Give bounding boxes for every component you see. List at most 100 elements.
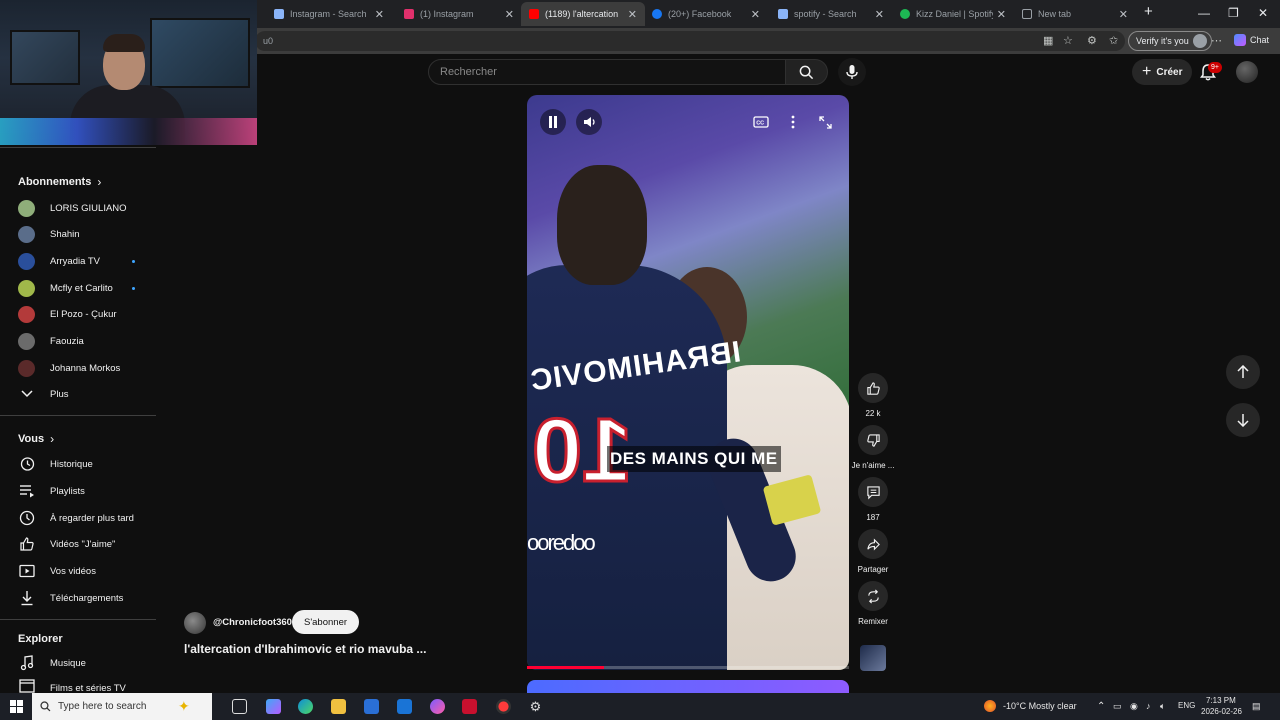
sidebar-item-watch-later[interactable]: À regarder plus tard xyxy=(18,506,156,530)
new-tab-button[interactable]: + xyxy=(1144,3,1153,20)
sidebar-item-music[interactable]: Musique xyxy=(18,651,156,675)
weather-icon[interactable] xyxy=(984,700,996,712)
comments-button[interactable] xyxy=(858,477,888,507)
microphone-icon[interactable]: ♪ xyxy=(1146,701,1151,711)
sidebar-channel-johanna-morkos[interactable]: Johanna Morkos xyxy=(18,356,156,380)
search-button[interactable] xyxy=(785,59,828,85)
video-title[interactable]: l'altercation d'Ibrahimovic et rio mavub… xyxy=(184,642,426,656)
sidebar-channel-arryadia-tv[interactable]: Arryadia TV xyxy=(18,249,156,273)
sidebar-item-playlists[interactable]: Playlists xyxy=(18,479,156,503)
shorts-video-player[interactable]: IBRAHIMOVIC 10 ooredoo xyxy=(527,95,849,670)
subscriptions-heading[interactable]: Abonnements › xyxy=(18,175,101,189)
next-short-button[interactable] xyxy=(1226,403,1260,437)
tab-facebook[interactable]: (20+) Facebook ✕ xyxy=(644,2,768,26)
tab-instagram-search[interactable]: Instagram - Search ✕ xyxy=(266,2,392,26)
sidebar-channel-mcfly-et-carlito[interactable]: Mcfly et Carlito xyxy=(18,276,156,300)
minimize-button[interactable]: — xyxy=(1198,6,1210,20)
apps-icon[interactable]: ▦ xyxy=(1043,34,1053,47)
you-heading[interactable]: Vous › xyxy=(18,432,54,446)
recorder-icon[interactable] xyxy=(496,699,511,714)
tab-youtube-active[interactable]: (1189) l'altercation ✕ xyxy=(521,2,645,26)
svg-text:CC: CC xyxy=(756,121,764,127)
tab-spotify[interactable]: Kizz Daniel | Spotify ✕ xyxy=(892,2,1014,26)
more-options-button[interactable] xyxy=(780,109,806,135)
account-avatar[interactable] xyxy=(1236,61,1258,83)
network-icon[interactable]: ▭ xyxy=(1113,701,1122,712)
pause-button[interactable] xyxy=(540,109,566,135)
restore-button[interactable]: ❐ xyxy=(1228,6,1239,20)
captions-button[interactable]: CC xyxy=(748,109,774,135)
clock-date[interactable]: 2026-02-26 xyxy=(1201,707,1242,716)
notifications-center-icon[interactable]: ▤ xyxy=(1252,701,1261,712)
news-app-icon[interactable] xyxy=(462,699,477,714)
close-icon[interactable]: ✕ xyxy=(751,8,760,21)
favorites-icon[interactable]: ✩ xyxy=(1109,34,1118,47)
volume-button[interactable] xyxy=(576,109,602,135)
close-icon[interactable]: ✕ xyxy=(997,8,1006,21)
channel-handle[interactable]: @Chronicfoot360 xyxy=(213,617,292,628)
voice-search-button[interactable] xyxy=(838,58,866,86)
close-icon[interactable]: ✕ xyxy=(1119,8,1128,21)
tab-new-tab[interactable]: New tab ✕ xyxy=(1014,2,1136,26)
edge-icon[interactable] xyxy=(298,699,313,714)
sidebar-item-your-videos[interactable]: Vos vidéos xyxy=(18,559,156,583)
outlook-icon[interactable] xyxy=(397,699,412,714)
language-indicator[interactable]: ENG xyxy=(1178,701,1195,710)
speaker-icon[interactable]: 🔈︎ xyxy=(1160,701,1165,712)
tray-app-icon[interactable]: ◉ xyxy=(1130,701,1138,712)
copilot-icon[interactable] xyxy=(266,699,281,714)
extensions-icon[interactable]: ⚙ xyxy=(1087,34,1097,47)
url-field[interactable]: u0 xyxy=(255,31,1125,51)
search-input[interactable]: Rechercher xyxy=(428,59,786,85)
like-button[interactable] xyxy=(858,373,888,403)
sidebar-item-downloads[interactable]: Téléchargements xyxy=(18,586,156,610)
settings-gear-icon[interactable]: ⚙ xyxy=(528,699,543,714)
store-icon[interactable] xyxy=(364,699,379,714)
sidebar-item-liked-videos[interactable]: Vidéos "J'aime" xyxy=(18,532,156,556)
sidebar-channel-faouzia[interactable]: Faouzia xyxy=(18,329,156,353)
dislike-action[interactable]: Je n'aime ... xyxy=(852,425,894,470)
verify-profile-button[interactable]: Verify it's you xyxy=(1128,31,1212,51)
sidebar-channel-el-pozo[interactable]: El Pozo - Çukur xyxy=(18,302,156,326)
like-action[interactable]: 22 k xyxy=(857,373,889,418)
fullscreen-button[interactable] xyxy=(812,109,838,135)
tab-spotify-search[interactable]: spotify - Search ✕ xyxy=(770,2,892,26)
remix-action[interactable]: Remixer xyxy=(857,581,889,626)
sidebar-channel-shahin[interactable]: Shahin xyxy=(18,222,156,246)
more-menu-icon[interactable]: ⋯ xyxy=(1211,34,1222,47)
tab-instagram[interactable]: (1) Instagram ✕ xyxy=(396,2,522,26)
weather-text[interactable]: -10°C Mostly clear xyxy=(1003,701,1077,711)
video-progress-bar[interactable] xyxy=(527,666,849,669)
windows-start-icon[interactable] xyxy=(10,700,23,713)
close-icon[interactable]: ✕ xyxy=(628,8,637,21)
remix-button[interactable] xyxy=(858,581,888,611)
comments-action[interactable]: 187 xyxy=(857,477,889,522)
star-icon[interactable]: ☆ xyxy=(1063,34,1073,47)
channel-name: Mcfly et Carlito xyxy=(50,282,113,294)
share-button[interactable] xyxy=(858,529,888,559)
task-view-icon[interactable] xyxy=(232,699,247,714)
chevron-up-icon[interactable]: ⌃ xyxy=(1097,701,1105,712)
next-short-preview[interactable] xyxy=(527,680,849,694)
sidebar-item-history[interactable]: Historique xyxy=(18,452,156,476)
video-progress-fill xyxy=(527,666,605,669)
previous-short-button[interactable] xyxy=(1226,355,1260,389)
taskbar-search-input[interactable]: Type here to search ✦ xyxy=(32,693,212,720)
sidebar-channel-loris-giuliano[interactable]: LORIS GIULIANO xyxy=(18,196,156,220)
sidebar-more-button[interactable]: Plus xyxy=(18,382,156,406)
clock-time[interactable]: 7:13 PM xyxy=(1206,696,1236,705)
close-icon[interactable]: ✕ xyxy=(375,8,384,21)
close-window-button[interactable]: ✕ xyxy=(1258,6,1268,20)
create-button[interactable]: + Créer xyxy=(1132,59,1193,85)
channel-avatar[interactable] xyxy=(184,612,206,634)
close-icon[interactable]: ✕ xyxy=(505,8,514,21)
copilot-chat-button[interactable]: Chat xyxy=(1234,34,1269,46)
close-icon[interactable]: ✕ xyxy=(875,8,884,21)
sidebar-item-films[interactable]: Films et séries TV xyxy=(18,677,156,693)
messenger-icon[interactable] xyxy=(430,699,445,714)
dislike-button[interactable] xyxy=(858,425,888,455)
sound-thumbnail[interactable] xyxy=(860,645,886,671)
subscribe-button[interactable]: S'abonner xyxy=(292,610,360,634)
share-action[interactable]: Partager xyxy=(857,529,889,574)
file-explorer-icon[interactable] xyxy=(331,699,346,714)
